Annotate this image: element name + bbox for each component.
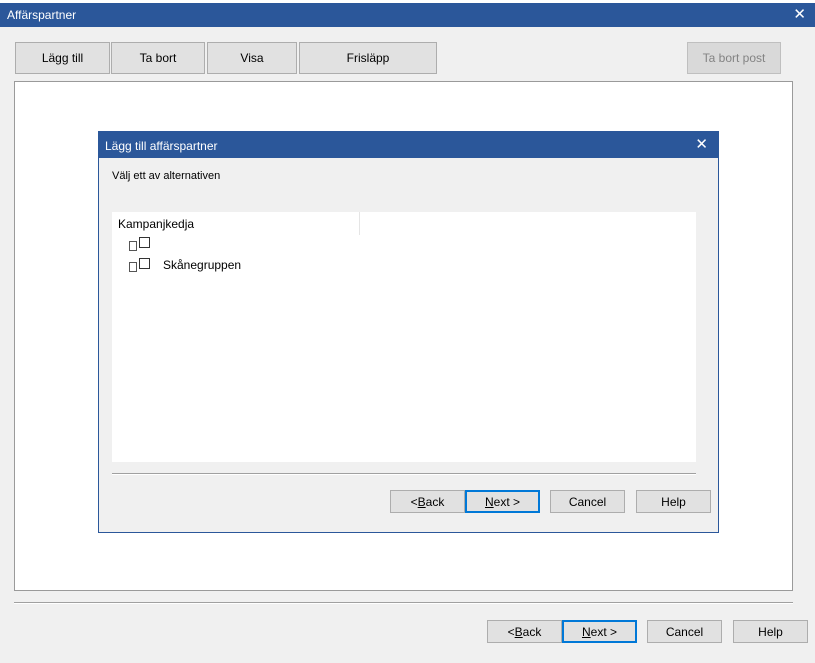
dialog-help-button[interactable]: Help <box>636 490 711 513</box>
item-checkbox[interactable] <box>139 258 150 269</box>
footer-back-rest: ack <box>522 624 542 639</box>
dialog-next-rest: ext > <box>493 494 521 509</box>
footer-cancel-button[interactable]: Cancel <box>647 620 722 643</box>
document-icon <box>129 241 137 251</box>
add-button[interactable]: Lägg till <box>15 42 110 74</box>
dialog-titlebar: Lägg till affärspartner ✕ <box>99 132 718 158</box>
window-close-icon[interactable]: ✕ <box>793 6 806 23</box>
footer-next-button[interactable]: Next > <box>562 620 637 643</box>
column-header-kampanjkedja[interactable]: Kampanjkedja <box>112 212 360 235</box>
footer-help-button[interactable]: Help <box>733 620 808 643</box>
document-icon <box>129 262 137 272</box>
list-item[interactable]: Skånegruppen <box>129 257 241 273</box>
dialog-instruction: Välj ett av alternativen <box>112 170 221 182</box>
window-titlebar: Affärspartner ✕ <box>0 3 815 27</box>
show-button[interactable]: Visa <box>207 42 297 74</box>
dialog-next-key: N <box>484 494 494 509</box>
remove-button[interactable]: Ta bort <box>111 42 205 74</box>
list-item-label: Skånegruppen <box>163 258 242 272</box>
dialog-back-key: B <box>417 494 426 509</box>
delete-post-button: Ta bort post <box>687 42 781 74</box>
footer-next-rest: ext > <box>590 624 618 639</box>
item-checkbox[interactable] <box>139 237 150 248</box>
footer-separator <box>14 602 793 604</box>
dialog-back-prefix: < <box>410 494 418 509</box>
partner-list[interactable]: Kampanjkedja Skånegruppen <box>112 212 696 462</box>
dialog-cancel-button[interactable]: Cancel <box>550 490 625 513</box>
dialog-close-icon[interactable]: ✕ <box>695 136 708 153</box>
dialog-separator <box>112 473 696 475</box>
add-partner-dialog: Lägg till affärspartner ✕ Välj ett av al… <box>98 131 719 533</box>
footer-back-key: B <box>514 624 523 639</box>
dialog-back-rest: ack <box>425 494 445 509</box>
dialog-back-button[interactable]: < Back <box>390 490 465 513</box>
dialog-title: Lägg till affärspartner <box>105 139 218 153</box>
release-button[interactable]: Frisläpp <box>299 42 437 74</box>
dialog-next-button[interactable]: Next > <box>465 490 540 513</box>
footer-back-button[interactable]: < Back <box>487 620 562 643</box>
footer-back-prefix: < <box>507 624 515 639</box>
list-item[interactable] <box>129 236 163 252</box>
window-title: Affärspartner <box>7 8 77 22</box>
column-header-empty[interactable] <box>360 212 696 235</box>
footer-next-key: N <box>581 624 591 639</box>
